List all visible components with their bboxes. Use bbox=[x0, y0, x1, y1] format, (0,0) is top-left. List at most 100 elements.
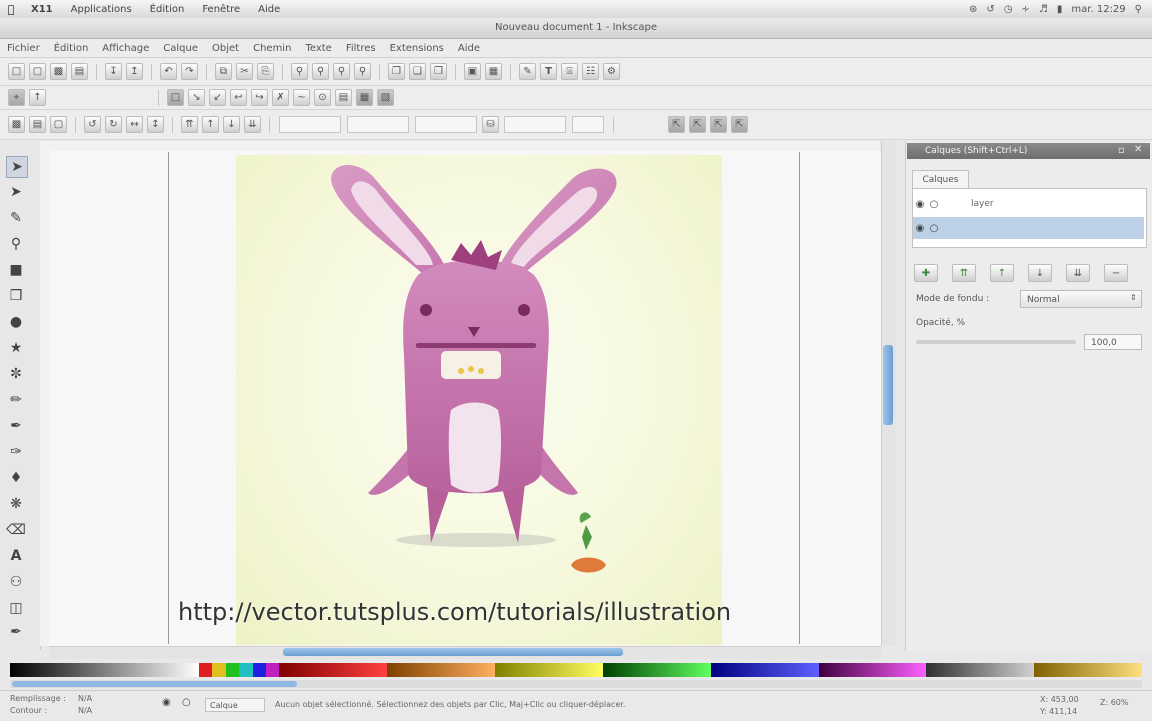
volume-icon[interactable]: ♬ bbox=[1039, 4, 1048, 15]
add-layer-icon[interactable]: ✚ bbox=[914, 264, 938, 282]
stroke-value[interactable]: N/A bbox=[78, 706, 92, 715]
save-icon[interactable]: ▩ bbox=[50, 63, 67, 80]
mac-menu-applications[interactable]: Applications bbox=[62, 4, 141, 15]
palette-swatch[interactable] bbox=[239, 663, 253, 677]
rotate-cw-icon[interactable]: ↻ bbox=[105, 116, 122, 133]
battery-icon[interactable]: ▮ bbox=[1057, 4, 1063, 15]
print-icon[interactable]: ▤ bbox=[71, 63, 88, 80]
horizontal-scroll-thumb[interactable] bbox=[283, 648, 623, 656]
select-all-layers-icon[interactable]: ▤ bbox=[29, 116, 46, 133]
export-icon[interactable]: ↥ bbox=[126, 63, 143, 80]
new-icon[interactable]: □ bbox=[8, 63, 25, 80]
snap-guide-icon[interactable]: ▧ bbox=[377, 89, 394, 106]
opacity-input[interactable]: 100,0 bbox=[1084, 334, 1142, 350]
mac-menu-aide[interactable]: Aide bbox=[249, 4, 289, 15]
snap-intersect-icon[interactable]: ✗ bbox=[272, 89, 289, 106]
layer-up-icon[interactable]: ↑ bbox=[990, 264, 1014, 282]
menu-extensions[interactable]: Extensions bbox=[383, 43, 451, 54]
menu-texte[interactable]: Texte bbox=[298, 43, 338, 54]
layers-panel-title[interactable]: Calques (Shift+Ctrl+L) bbox=[907, 143, 1150, 159]
snap-arrow-icon[interactable]: ↑ bbox=[29, 89, 46, 106]
snap-bbox-icon[interactable]: □ bbox=[167, 89, 184, 106]
fill-value[interactable]: N/A bbox=[78, 694, 92, 703]
3dbox-tool-icon[interactable]: ❒ bbox=[6, 286, 26, 306]
raise-top-icon[interactable]: ⇈ bbox=[181, 116, 198, 133]
menu-edition[interactable]: Édition bbox=[47, 43, 96, 54]
zoom-tool-icon[interactable]: ⚲ bbox=[6, 234, 26, 254]
connector-tool-icon[interactable]: ⚇ bbox=[6, 572, 26, 592]
lower-icon[interactable]: ↓ bbox=[223, 116, 240, 133]
menu-affichage[interactable]: Affichage bbox=[95, 43, 156, 54]
palette-purple-swatches[interactable] bbox=[818, 663, 927, 677]
tab-calques[interactable]: Calques bbox=[912, 170, 969, 189]
zoom-page-icon[interactable]: ⚲ bbox=[333, 63, 350, 80]
panel-minimize-icon[interactable]: ▫ bbox=[1118, 145, 1125, 156]
transform-gradient-icon[interactable]: ⇱ bbox=[710, 116, 727, 133]
snap-nodes-icon[interactable]: ↩ bbox=[230, 89, 247, 106]
remove-layer-icon[interactable]: − bbox=[1104, 264, 1128, 282]
node-tool-icon[interactable]: ➤ bbox=[6, 182, 26, 202]
zoom-drawing-icon[interactable]: ⚲ bbox=[312, 63, 329, 80]
snap-center-icon[interactable]: ⊙ bbox=[314, 89, 331, 106]
lower-bottom-icon[interactable]: ⇊ bbox=[244, 116, 261, 133]
zoom-level[interactable]: Z: 60% bbox=[1100, 698, 1129, 707]
copy-icon[interactable]: ⧉ bbox=[215, 63, 232, 80]
flip-h-icon[interactable]: ↔ bbox=[126, 116, 143, 133]
lock-ratio-icon[interactable]: ⛁ bbox=[482, 116, 499, 133]
paste-icon[interactable]: ⎘ bbox=[257, 63, 274, 80]
redo-icon[interactable]: ↷ bbox=[181, 63, 198, 80]
palette-gold-swatches[interactable] bbox=[1034, 663, 1142, 677]
spiral-tool-icon[interactable]: ✼ bbox=[6, 364, 26, 384]
snap-path-icon[interactable]: ↪ bbox=[251, 89, 268, 106]
select-all-icon[interactable]: ▩ bbox=[8, 116, 25, 133]
pencil-tool-icon[interactable]: ✏ bbox=[6, 390, 26, 410]
snap-corner-icon[interactable]: ↙ bbox=[209, 89, 226, 106]
ellipse-tool-icon[interactable]: ● bbox=[6, 312, 26, 332]
palette-gray-swatches[interactable] bbox=[10, 663, 199, 677]
palette-orange-swatches[interactable] bbox=[387, 663, 496, 677]
menu-calque[interactable]: Calque bbox=[156, 43, 205, 54]
snap-page-icon[interactable]: ▤ bbox=[335, 89, 352, 106]
preferences-icon[interactable]: ⚙ bbox=[603, 63, 620, 80]
scale-stroke-icon[interactable]: ⇱ bbox=[668, 116, 685, 133]
ungroup-icon[interactable]: ▦ bbox=[485, 63, 502, 80]
open-icon[interactable]: ▢ bbox=[29, 63, 46, 80]
palette-red-swatches[interactable] bbox=[279, 663, 388, 677]
sync-icon[interactable]: ↺ bbox=[986, 4, 994, 15]
group-icon[interactable]: ▣ bbox=[464, 63, 481, 80]
palette-swatch[interactable] bbox=[212, 663, 226, 677]
palette-green-swatches[interactable] bbox=[602, 663, 711, 677]
menu-filtres[interactable]: Filtres bbox=[339, 43, 383, 54]
eye-icon[interactable]: ◉ bbox=[913, 223, 927, 234]
panel-close-icon[interactable]: ✕ bbox=[1134, 144, 1142, 155]
flip-v-icon[interactable]: ↕ bbox=[147, 116, 164, 133]
palette-blue-swatches[interactable] bbox=[710, 663, 819, 677]
mac-menu-edition[interactable]: Édition bbox=[141, 4, 194, 15]
gradient-tool-icon[interactable]: ◫ bbox=[6, 598, 26, 618]
opacity-slider[interactable] bbox=[916, 340, 1076, 344]
snap-enable-icon[interactable]: ⌖ bbox=[8, 89, 25, 106]
menu-aide[interactable]: Aide bbox=[451, 43, 487, 54]
menu-chemin[interactable]: Chemin bbox=[246, 43, 298, 54]
layer-row[interactable]: ◉ ○ layer bbox=[913, 193, 1144, 215]
eye-icon[interactable]: ◉ bbox=[162, 697, 171, 708]
palette-swatch[interactable] bbox=[266, 663, 280, 677]
layer-bottom-icon[interactable]: ⇊ bbox=[1066, 264, 1090, 282]
selector-tool-icon[interactable]: ➤ bbox=[6, 156, 28, 178]
deselect-icon[interactable]: ▢ bbox=[50, 116, 67, 133]
rotate-ccw-icon[interactable]: ↺ bbox=[84, 116, 101, 133]
spotlight-icon[interactable]: ⚲ bbox=[1135, 4, 1142, 15]
layer-top-icon[interactable]: ⇈ bbox=[952, 264, 976, 282]
zoom-width-icon[interactable]: ⚲ bbox=[354, 63, 371, 80]
duplicate-icon[interactable]: ❐ bbox=[388, 63, 405, 80]
mac-menu-fenetre[interactable]: Fenêtre bbox=[193, 4, 249, 15]
text-font-icon[interactable]: T bbox=[540, 63, 557, 80]
palette-scroll-thumb[interactable] bbox=[12, 681, 297, 687]
layer-down-icon[interactable]: ↓ bbox=[1028, 264, 1052, 282]
bluetooth-icon[interactable]: ⊛ bbox=[969, 4, 977, 15]
import-icon[interactable]: ↧ bbox=[105, 63, 122, 80]
clone-icon[interactable]: ❑ bbox=[409, 63, 426, 80]
snap-bbox-edge-icon[interactable]: ↘ bbox=[188, 89, 205, 106]
color-palette[interactable] bbox=[10, 663, 1142, 677]
menu-fichier[interactable]: Fichier bbox=[0, 43, 47, 54]
